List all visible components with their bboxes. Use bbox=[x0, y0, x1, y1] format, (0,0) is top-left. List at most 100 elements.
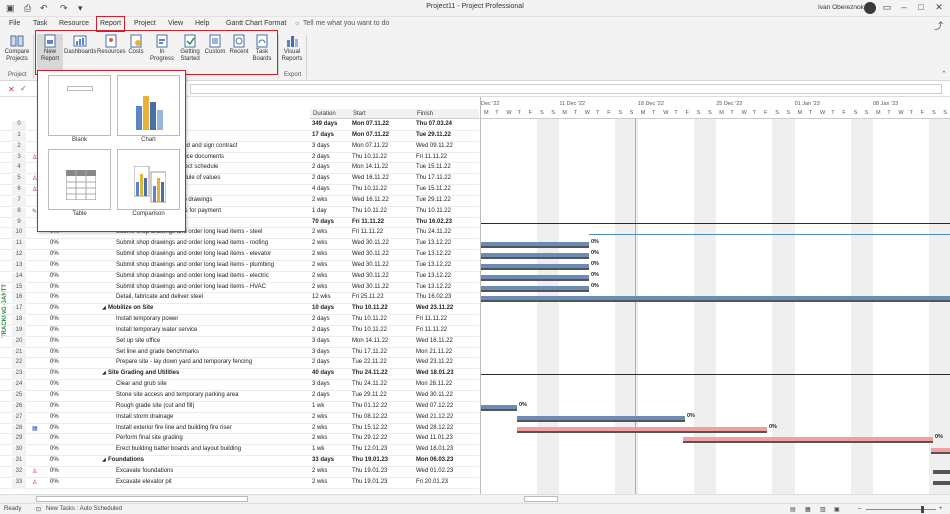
table-row[interactable]: 20 0% Set up site office 3 days Mon 14.11.22… bbox=[0, 337, 479, 348]
tile-comparison[interactable] bbox=[117, 149, 180, 210]
table-row[interactable]: 28 ▦ 0% Install exterior fire line and buil… bbox=[0, 424, 479, 435]
table-row[interactable]: 24 0% Clear and grub site 3 days Thu 24.11.2… bbox=[0, 380, 479, 392]
close-icon[interactable]: ✕ bbox=[932, 2, 946, 13]
table-row[interactable]: 17 0% ◢ Mobilize on Site 10 days Thu 10.11.22… bbox=[0, 304, 479, 316]
task-duration: 3 days bbox=[312, 381, 330, 388]
team-planner-icon[interactable]: ▥ bbox=[820, 506, 826, 513]
menu-task[interactable]: Task bbox=[33, 20, 47, 27]
confirm-entry-icon[interactable]: ✓ bbox=[20, 84, 27, 93]
share-icon[interactable]: ⤴ bbox=[934, 19, 943, 32]
collapse-ribbon-icon[interactable]: ⌃ bbox=[941, 70, 947, 78]
maximize-icon[interactable]: □ bbox=[914, 2, 928, 12]
menu-gantt-format[interactable]: Gantt Chart Format bbox=[226, 20, 286, 27]
tile-table-label: Table bbox=[72, 211, 87, 217]
visual-reports-button[interactable]: Visual Reports bbox=[281, 34, 303, 63]
header-duration[interactable]: Duration bbox=[310, 109, 350, 119]
task-duration: 3 days bbox=[312, 348, 330, 355]
task-name: Detail, fabricate and deliver steel bbox=[116, 294, 204, 301]
collapse-toggle-icon[interactable]: ◢ bbox=[102, 305, 106, 311]
resource-sheet-icon[interactable]: ▣ bbox=[834, 506, 840, 513]
compare-projects-button[interactable]: Compare Projects bbox=[2, 34, 32, 63]
table-row[interactable]: 26 0% Rough grade site (cut and fill) 1 wk T… bbox=[0, 402, 479, 413]
day-label: W bbox=[663, 110, 669, 116]
table-row[interactable]: 30 0% Erect building batter boards and lay… bbox=[0, 445, 479, 457]
minimize-icon[interactable]: – bbox=[897, 2, 911, 12]
tell-me-input[interactable]: Tell me what you want to do bbox=[303, 20, 389, 27]
table-row[interactable]: 16 0% Detail, fabricate and deliver steel 1… bbox=[0, 293, 479, 305]
menu-view[interactable]: View bbox=[168, 20, 183, 27]
zoom-out-icon[interactable]: – bbox=[858, 506, 861, 512]
task-duration: 2 wks bbox=[312, 251, 328, 258]
gantt-view-icon[interactable]: ▤ bbox=[790, 506, 796, 513]
table-row[interactable]: 11 0% Submit shop drawings and order long … bbox=[0, 239, 479, 251]
collapse-toggle-icon[interactable]: ◢ bbox=[102, 457, 106, 463]
table-row[interactable]: 18 0% Install temporary power 2 days Thu 10.… bbox=[0, 315, 479, 327]
task-start: Thu 10.11.22 bbox=[352, 326, 387, 333]
day-label: T bbox=[909, 110, 913, 116]
collapse-toggle-icon[interactable]: ◢ bbox=[102, 370, 106, 376]
row-number: 28 bbox=[12, 424, 26, 435]
table-row[interactable]: 21 0% Set line and grade benchmarks 3 days T… bbox=[0, 348, 479, 359]
table-row[interactable]: 14 0% Submit shop drawings and order long … bbox=[0, 272, 479, 283]
table-row[interactable]: 12 0% Submit shop drawings and order long … bbox=[0, 250, 479, 262]
table-row[interactable]: 22 0% Prepare site - lay down yard and tem… bbox=[0, 358, 479, 370]
cancel-entry-icon[interactable]: ✕ bbox=[8, 85, 15, 94]
zoom-slider-thumb[interactable] bbox=[921, 506, 924, 513]
task-name: Mobilize on Site bbox=[108, 305, 154, 312]
table-scroll-thumb[interactable] bbox=[36, 496, 248, 502]
task-name: Excavate elevator pit bbox=[116, 478, 172, 485]
task-finish: Wed 18.01.23 bbox=[416, 446, 454, 453]
table-row[interactable]: 27 0% Install storm drainage 2 wks Thu 08.12… bbox=[0, 413, 479, 424]
menu-resource[interactable]: Resource bbox=[59, 20, 89, 27]
tile-blank[interactable] bbox=[48, 75, 111, 136]
task-bar[interactable] bbox=[933, 480, 950, 485]
row-number: 15 bbox=[12, 283, 26, 294]
day-label: S bbox=[786, 110, 791, 116]
note-indicator-icon[interactable]: ▦ bbox=[32, 425, 38, 432]
table-row[interactable]: 19 0% Install temporary water service 2 day… bbox=[0, 326, 479, 337]
table-row[interactable]: 33 ♙ 0% Excavate elevator pit 2 wks Thu 19.01… bbox=[0, 478, 479, 489]
tile-chart[interactable] bbox=[117, 75, 180, 136]
tile-table[interactable] bbox=[48, 149, 111, 210]
table-row[interactable]: 25 0% Stone site access and temporary park… bbox=[0, 391, 479, 402]
gantt-scroll-thumb[interactable] bbox=[524, 496, 558, 502]
summary-line[interactable] bbox=[481, 222, 950, 224]
status-new-tasks[interactable]: New Tasks : Auto Scheduled bbox=[46, 506, 122, 512]
table-row[interactable]: 15 0% Submit shop drawings and order long … bbox=[0, 283, 479, 294]
ribbon-display-icon[interactable]: ▭ bbox=[880, 2, 894, 13]
menu-project[interactable]: Project bbox=[134, 20, 156, 27]
menu-help[interactable]: Help bbox=[195, 20, 209, 27]
resource-indicator-icon[interactable]: ♙ bbox=[32, 479, 37, 486]
task-duration: 2 days bbox=[312, 316, 330, 323]
task-name: Install temporary power bbox=[116, 316, 179, 323]
table-row[interactable]: 31 0% ◢ Foundations 33 days Thu 19.01.23 Mon 0… bbox=[0, 456, 479, 468]
zoom-slider[interactable] bbox=[866, 509, 936, 510]
avatar[interactable] bbox=[864, 2, 876, 14]
task-start: Thu 29.12.22 bbox=[352, 435, 388, 442]
task-bar[interactable] bbox=[933, 469, 950, 474]
table-row[interactable]: 23 0% ◢ Site Grading and Utilities 40 days Th… bbox=[0, 369, 479, 381]
table-row[interactable]: 13 0% Submit shop drawings and order long … bbox=[0, 261, 479, 272]
summary-line[interactable] bbox=[481, 374, 950, 376]
header-finish[interactable]: Finish bbox=[414, 109, 479, 119]
day-label: S bbox=[775, 110, 779, 116]
entry-field[interactable] bbox=[190, 84, 942, 94]
task-start: Thu 12.01.23 bbox=[352, 446, 388, 453]
baseline-bar bbox=[481, 278, 589, 281]
day-label: W bbox=[584, 110, 590, 116]
horizontal-scrollbars[interactable] bbox=[0, 494, 950, 503]
resource-indicator-icon[interactable]: ♙ bbox=[32, 468, 37, 475]
new-report-menu: Blank Chart Table Comparison bbox=[37, 70, 186, 232]
percent-complete: 0% bbox=[50, 359, 59, 366]
table-row[interactable]: 32 ♙ 0% Excavate foundations 2 wks Thu 19.01.… bbox=[0, 467, 479, 478]
table-row[interactable]: 29 0% Perform final site grading 2 wks Thu 2… bbox=[0, 434, 479, 446]
menu-file[interactable]: File bbox=[9, 20, 20, 27]
day-label: F bbox=[528, 110, 533, 116]
task-usage-icon[interactable]: ▦ bbox=[805, 506, 811, 513]
percent-complete: 0% bbox=[50, 261, 59, 268]
task-finish: Wed 09.11.22 bbox=[416, 142, 453, 149]
percent-complete: 0% bbox=[50, 272, 59, 279]
zoom-in-icon[interactable]: + bbox=[939, 506, 943, 512]
header-start[interactable]: Start bbox=[350, 109, 414, 119]
day-label: T bbox=[495, 110, 499, 116]
